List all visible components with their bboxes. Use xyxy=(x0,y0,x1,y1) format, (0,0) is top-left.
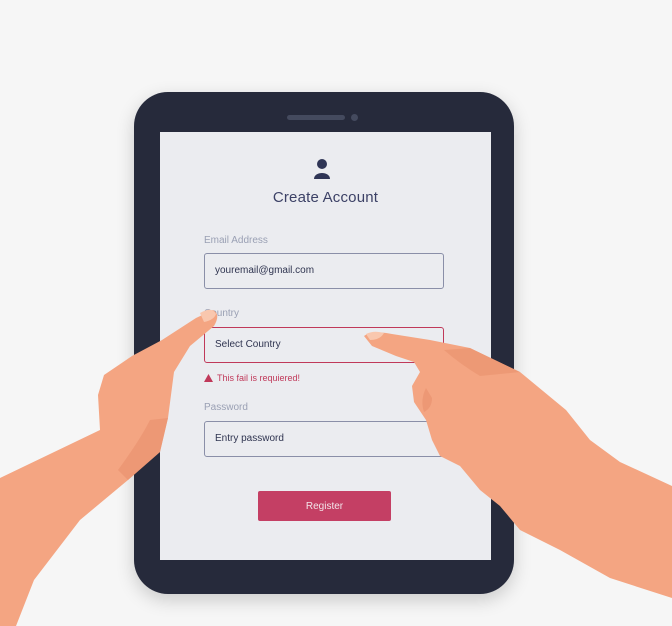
warning-icon xyxy=(204,374,213,382)
tablet-speaker xyxy=(287,115,345,120)
page-title: Create Account xyxy=(272,189,379,206)
user-icon xyxy=(314,159,330,179)
email-label: Email Address xyxy=(204,235,268,246)
illustration-scene: Create Account Email Address youremail@g… xyxy=(0,0,672,626)
country-select[interactable]: Select Country xyxy=(204,327,444,363)
email-field[interactable]: youremail@gmail.com xyxy=(204,253,444,289)
country-label: Country xyxy=(204,308,240,319)
register-button[interactable]: Register xyxy=(258,491,391,521)
country-error-text: This fail is requiered! xyxy=(217,373,301,383)
password-field[interactable]: Entry password xyxy=(204,421,444,457)
country-error-message: This fail is requiered! xyxy=(204,373,300,383)
tablet-camera xyxy=(351,114,358,121)
password-label: Password xyxy=(204,402,248,413)
